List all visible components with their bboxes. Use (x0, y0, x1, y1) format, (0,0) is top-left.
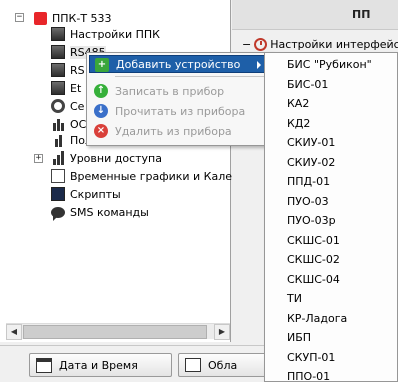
menu-separator (115, 76, 269, 77)
tree-item-label: Et (70, 81, 82, 95)
device-icon (50, 44, 66, 60)
menu-item-add-device[interactable]: + Добавить устройство (89, 55, 270, 73)
tree-item-label: Временные графики и Кале (70, 169, 233, 183)
submenu-item[interactable]: БИС-01 (287, 76, 328, 94)
submenu-item[interactable]: ППО-01 (287, 368, 330, 381)
calendar-icon (36, 357, 52, 373)
submenu-item[interactable]: КА2 (287, 95, 309, 113)
tree-item-schedules[interactable]: Временные графики и Кале (50, 167, 232, 185)
tree-item-label: Скрипты (70, 187, 121, 201)
scroll-right-icon[interactable]: ▶ (214, 324, 230, 340)
device-icon (50, 26, 66, 42)
bars-icon (50, 150, 66, 166)
menu-item-label: Записать в прибор (115, 84, 225, 98)
submenu-item[interactable]: СКШС-01 (287, 232, 340, 250)
panel-header: ПП (232, 0, 398, 30)
tree-item-label: ОС (70, 117, 87, 131)
datetime-label: Дата и Время (59, 358, 138, 372)
interface-settings-row[interactable]: − Настройки интерфейса (242, 38, 398, 51)
tree-item-ppk-settings[interactable]: Настройки ППК (50, 25, 160, 43)
users-icon (50, 116, 66, 132)
submenu-item[interactable]: ТИ (287, 290, 302, 308)
submenu-item[interactable]: СКИУ-01 (287, 134, 335, 152)
submenu-item[interactable]: СКИУ-02 (287, 154, 335, 172)
menu-item-label: Прочитать из прибора (115, 104, 246, 118)
document-icon (50, 168, 66, 184)
tree-item-sms[interactable]: SMS команды (50, 203, 149, 221)
area-label: Обла (208, 358, 238, 372)
clock-icon (254, 38, 268, 51)
plus-icon: + (95, 58, 109, 72)
tree-item-label: ППК-Т 533 (52, 11, 112, 25)
scroll-left-icon[interactable]: ◀ (6, 324, 22, 340)
arrow-down-icon: ↓ (94, 104, 108, 118)
tree-item-label: Уровни доступа (70, 151, 162, 165)
device-icon (50, 62, 66, 78)
datetime-button[interactable]: Дата и Время (29, 353, 172, 377)
device-icon (50, 80, 66, 96)
tree-item-ethernet[interactable]: Et (50, 79, 81, 97)
submenu-item[interactable]: СКШС-04 (287, 271, 340, 289)
submenu-item[interactable]: ПУО-03р (287, 212, 336, 230)
expand-toggle[interactable]: + (34, 154, 43, 163)
delete-icon: × (94, 124, 108, 138)
submenu-item[interactable]: ППД-01 (287, 173, 330, 191)
submenu-item[interactable]: КР-Ладога (287, 310, 347, 328)
submenu-item[interactable]: СКУП-01 (287, 349, 335, 367)
submenu-item[interactable]: КД2 (287, 115, 310, 133)
submenu-arrow-icon (257, 61, 261, 69)
collapse-toggle[interactable]: − (242, 38, 251, 51)
area-button[interactable]: Обла (178, 353, 270, 377)
submenu-item[interactable]: БИС "Рубикон" (287, 56, 372, 74)
arrow-up-icon: ↑ (94, 84, 108, 98)
chat-icon (50, 204, 66, 221)
menu-item-label: Удалить из прибора (115, 124, 232, 138)
context-menu: + Добавить устройство ↑ Записать в прибо… (86, 52, 273, 146)
submenu-item[interactable]: СКШС-02 (287, 251, 340, 269)
area-icon (185, 358, 201, 372)
horizontal-scrollbar[interactable]: ◀ ▶ (6, 323, 230, 340)
script-icon (50, 186, 66, 202)
submenu-item[interactable]: ИБП (287, 329, 311, 347)
tree-item-label: Настройки ППК (70, 27, 160, 41)
panel-title: ПП (352, 8, 371, 21)
tree-item-label: Се (70, 99, 85, 113)
gear-icon (50, 98, 66, 114)
collapse-toggle[interactable]: − (15, 13, 24, 22)
menu-item-label: Добавить устройство (116, 57, 241, 71)
scroll-thumb[interactable] (23, 325, 207, 339)
tree-item-label: RS (70, 63, 85, 77)
interface-settings-label: Настройки интерфейса (270, 38, 398, 51)
tree-item-scripts[interactable]: Скрипты (50, 185, 121, 203)
tree-item-access-levels[interactable]: Уровни доступа (50, 149, 162, 167)
menu-item-write[interactable]: ↑ Записать в прибор (89, 82, 270, 100)
red-square-icon (32, 10, 48, 26)
users-icon (50, 132, 66, 148)
device-submenu: БИС "Рубикон" БИС-01 КА2 КД2 СКИУ-01 СКИ… (264, 52, 398, 382)
tree-item-rs[interactable]: RS (50, 61, 85, 79)
tree-item-se[interactable]: Се (50, 97, 84, 115)
menu-item-read[interactable]: ↓ Прочитать из прибора (89, 102, 270, 120)
tree-item-label: SMS команды (70, 205, 149, 219)
submenu-item[interactable]: ПУО-03 (287, 193, 329, 211)
menu-item-delete[interactable]: × Удалить из прибора (89, 122, 270, 140)
